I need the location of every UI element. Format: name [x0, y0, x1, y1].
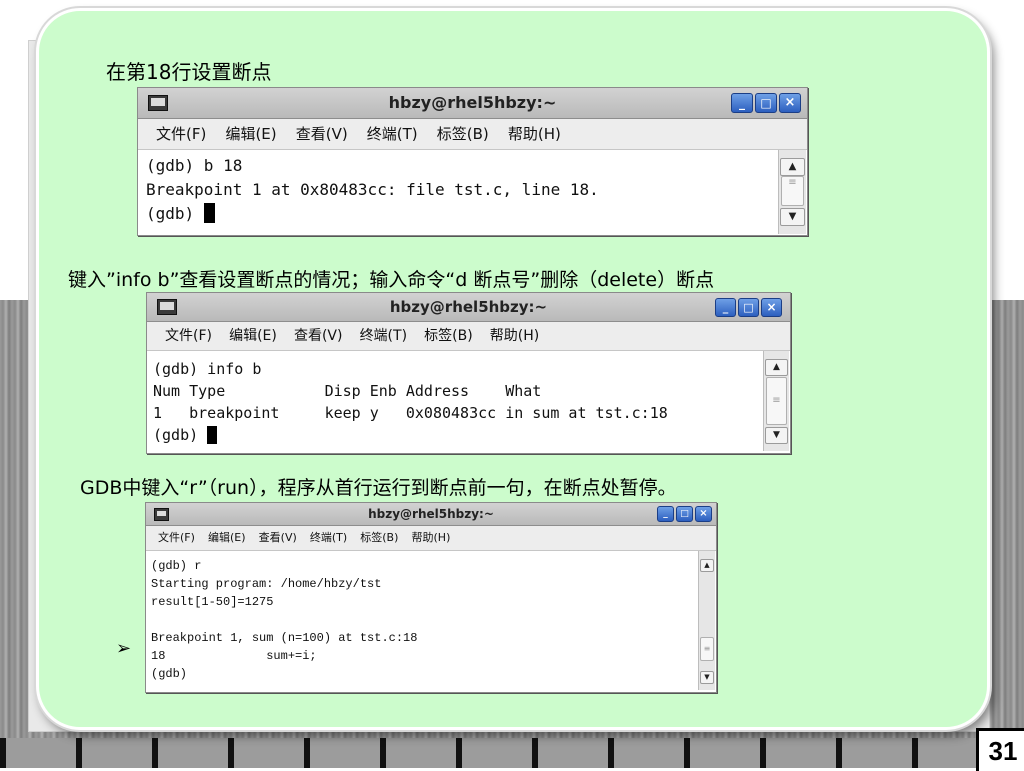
scroll-up-button[interactable]: ▲ — [780, 158, 805, 176]
terminal-output[interactable]: (gdb) info b Num Type Disp Enb Address W… — [147, 351, 763, 451]
terminal-window-3[interactable]: hbzy@rhel5hbzy:~ _ □ × 文件(F) 编辑(E) 查看(V)… — [145, 502, 717, 693]
menu-file[interactable]: 文件(F) — [165, 322, 212, 350]
titlebar[interactable]: hbzy@rhel5hbzy:~ _ □ × — [147, 293, 790, 322]
titlebar[interactable]: hbzy@rhel5hbzy:~ _ □ × — [146, 503, 716, 526]
maximize-button[interactable]: □ — [755, 93, 777, 113]
menu-tabs[interactable]: 标签(B) — [360, 526, 398, 550]
menu-view[interactable]: 查看(V) — [259, 526, 297, 550]
scroll-thumb[interactable]: ≡ — [766, 377, 787, 425]
window-title: hbzy@rhel5hbzy:~ — [368, 507, 494, 521]
terminal-output[interactable]: (gdb) r Starting program: /home/hbzy/tst… — [146, 551, 696, 690]
titlebar[interactable]: hbzy@rhel5hbzy:~ _ □ × — [138, 88, 807, 119]
menu-terminal[interactable]: 终端(T) — [310, 526, 347, 550]
menu-terminal[interactable]: 终端(T) — [367, 119, 418, 149]
close-button[interactable]: × — [779, 93, 801, 113]
terminal-window-2[interactable]: hbzy@rhel5hbzy:~ _ □ × 文件(F) 编辑(E) 查看(V)… — [146, 292, 791, 454]
text-cursor — [203, 203, 215, 223]
vertical-scrollbar[interactable]: ▲ ≡ ▼ — [763, 351, 789, 451]
menu-terminal[interactable]: 终端(T) — [360, 322, 407, 350]
maximize-button[interactable]: □ — [676, 506, 693, 522]
menubar: 文件(F) 编辑(E) 查看(V) 终端(T) 标签(B) 帮助(H) — [138, 119, 807, 150]
menu-help[interactable]: 帮助(H) — [412, 526, 451, 550]
scroll-down-button[interactable]: ▼ — [700, 671, 714, 684]
background-fence — [0, 738, 1024, 768]
scroll-down-button[interactable]: ▼ — [780, 208, 805, 226]
output-line: Breakpoint 1 at 0x80483cc: file tst.c, l… — [146, 180, 599, 199]
scroll-up-button[interactable]: ▲ — [765, 359, 788, 376]
window-title: hbzy@rhel5hbzy:~ — [389, 298, 548, 316]
terminal-output[interactable]: (gdb) b 18 Breakpoint 1 at 0x80483cc: fi… — [138, 150, 778, 234]
minimize-button[interactable]: _ — [715, 298, 736, 317]
output-line: 1 breakpoint keep y 0x080483cc in sum at… — [153, 404, 668, 422]
scroll-thumb[interactable]: ≡ — [700, 637, 714, 661]
maximize-button[interactable]: □ — [738, 298, 759, 317]
text-cursor — [207, 426, 218, 444]
scroll-down-button[interactable]: ▼ — [765, 427, 788, 444]
vertical-scrollbar[interactable]: ▲ ≡ ▼ — [778, 150, 806, 234]
menu-view[interactable]: 查看(V) — [294, 322, 343, 350]
output-line: (gdb) b 18 — [146, 156, 243, 175]
vertical-scrollbar[interactable]: ▲ ≡ ▼ — [698, 551, 715, 690]
prompt-text: (gdb) — [146, 204, 204, 223]
menu-file[interactable]: 文件(F) — [158, 526, 195, 550]
menu-edit[interactable]: 编辑(E) — [229, 322, 277, 350]
menu-tabs[interactable]: 标签(B) — [437, 119, 489, 149]
prompt-line: (gdb) — [153, 424, 763, 446]
output-line: Starting program: /home/hbzy/tst — [151, 577, 382, 591]
menubar: 文件(F) 编辑(E) 查看(V) 终端(T) 标签(B) 帮助(H) — [147, 322, 790, 351]
output-line: 18 sum+=i; — [151, 649, 317, 663]
caption-run: GDB中键入“r”（run），程序从首行运行到断点前一句，在断点处暂停。 — [80, 477, 677, 499]
menu-help[interactable]: 帮助(H) — [508, 119, 561, 149]
menu-edit[interactable]: 编辑(E) — [208, 526, 246, 550]
minimize-button[interactable]: _ — [731, 93, 753, 113]
prompt-text: (gdb) — [153, 426, 208, 444]
minimize-button[interactable]: _ — [657, 506, 674, 522]
output-line: (gdb) — [151, 667, 188, 681]
menubar: 文件(F) 编辑(E) 查看(V) 终端(T) 标签(B) 帮助(H) — [146, 526, 716, 551]
close-button[interactable]: × — [761, 298, 782, 317]
bullet-arrow: ➢ — [116, 638, 132, 659]
scroll-up-button[interactable]: ▲ — [700, 559, 714, 572]
menu-file[interactable]: 文件(F) — [156, 119, 206, 149]
menu-view[interactable]: 查看(V) — [296, 119, 348, 149]
output-line: Num Type Disp Enb Address What — [153, 382, 542, 400]
output-line: (gdb) r — [151, 559, 202, 573]
output-line: (gdb) info b — [153, 360, 262, 378]
menu-tabs[interactable]: 标签(B) — [424, 322, 473, 350]
menu-help[interactable]: 帮助(H) — [490, 322, 539, 350]
output-line: result[1-50]=1275 — [151, 595, 274, 609]
caption-info-delete: 键入”info b”查看设置断点的情况；输入命令“d 断点号”删除（delete… — [68, 269, 715, 291]
prompt-line: (gdb) — [146, 202, 778, 226]
menu-edit[interactable]: 编辑(E) — [225, 119, 276, 149]
slide-number: 31 — [976, 728, 1024, 771]
scroll-thumb[interactable]: ≡ — [781, 176, 804, 206]
terminal-window-1[interactable]: hbzy@rhel5hbzy:~ _ □ × 文件(F) 编辑(E) 查看(V)… — [137, 87, 808, 236]
window-title: hbzy@rhel5hbzy:~ — [388, 93, 557, 112]
output-line: Breakpoint 1, sum (n=100) at tst.c:18 — [151, 631, 418, 645]
close-button[interactable]: × — [695, 506, 712, 522]
caption-set-breakpoint: 在第18行设置断点 — [106, 60, 272, 84]
